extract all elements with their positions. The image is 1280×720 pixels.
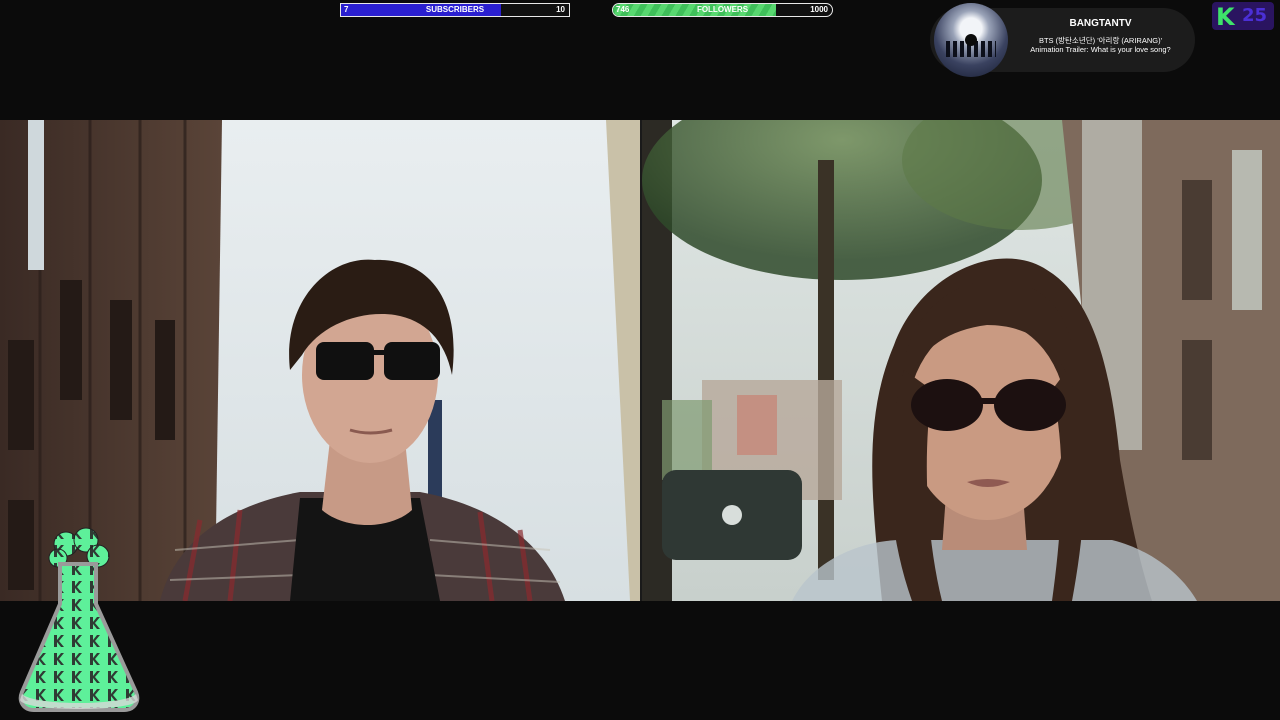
logo-number: 25 (1242, 5, 1268, 26)
subscribers-label: SUBSCRIBERS (425, 5, 485, 14)
disc-center-icon (965, 34, 977, 46)
flask-icon (14, 524, 146, 718)
followers-goal-bar: 746 FOLLOWERS 1000 (612, 3, 833, 17)
flask-graphic (18, 527, 140, 712)
now-playing-title: BTS (방탄소년단) '아리랑 (ARIRANG)' Animation Tr… (1030, 36, 1171, 54)
woman-in-sunglasses-image (642, 120, 1280, 601)
subscribers-goal-bar: 7 SUBSCRIBERS 10 (340, 3, 570, 17)
subscribers-goal: 10 (556, 5, 565, 14)
channel-logo: K 25 (1212, 2, 1274, 31)
logo-letter: K (1216, 3, 1235, 31)
now-playing-channel: BANGTANTV (1069, 18, 1132, 29)
stream-overlay: 7 SUBSCRIBERS 10 746 FOLLOWERS 1000 BANG… (0, 0, 1280, 720)
album-art-thumbnail (934, 3, 1008, 77)
followers-label: FOLLOWERS (696, 5, 749, 14)
video-frame-right (642, 120, 1280, 601)
followers-goal: 1000 (810, 5, 828, 14)
now-playing-card: BANGTANTV BTS (방탄소년단) '아리랑 (ARIRANG)' An… (930, 3, 1195, 77)
